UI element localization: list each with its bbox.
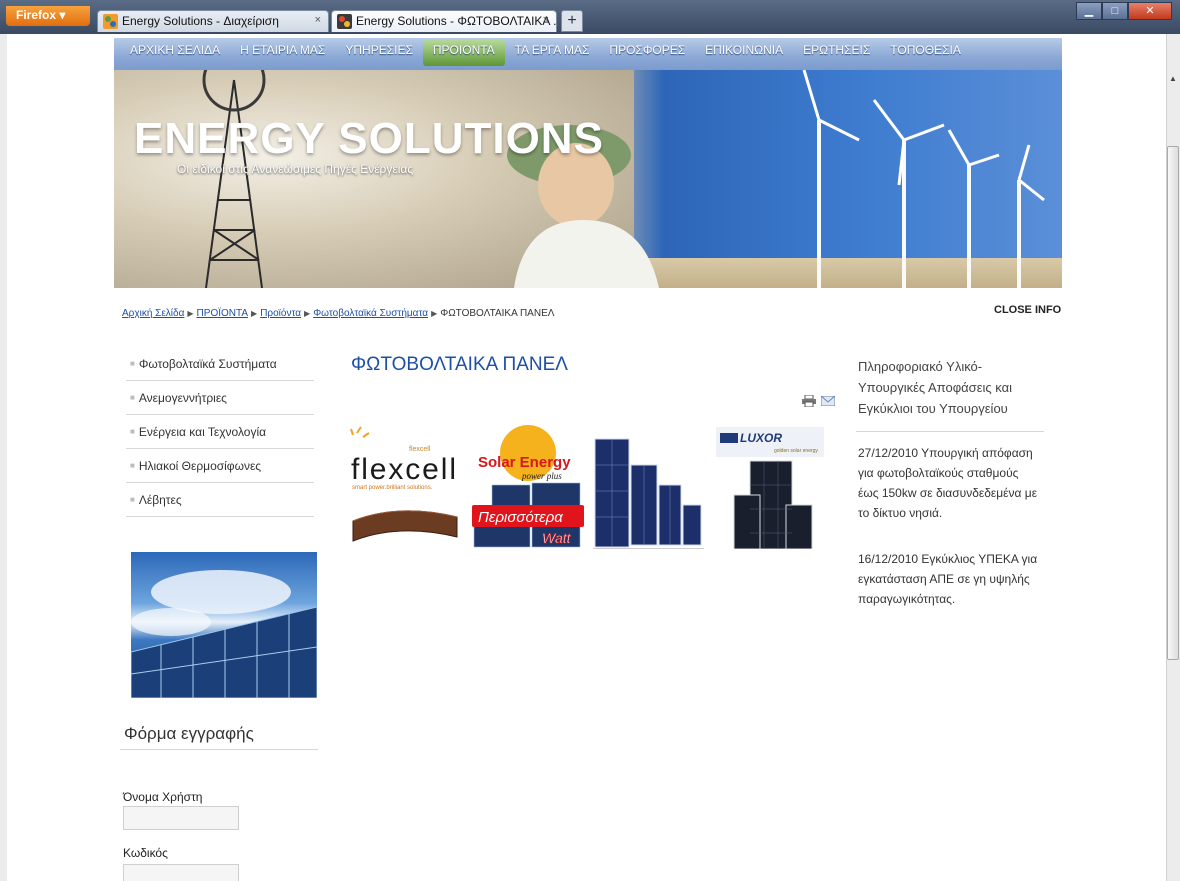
page-gutter — [0, 34, 7, 881]
breadcrumb-link-pv-systems[interactable]: Φωτοβολταϊκά Συστήματα — [313, 308, 428, 319]
nav-item-contact[interactable]: ΕΠΙΚΟΙΝΩΝΙΑ — [695, 38, 793, 70]
sidebar-item-label: Ενέργεια και Τεχνολογία — [138, 425, 267, 439]
browser-tab-active[interactable]: Energy Solutions - ΦΩΤΟΒΟΛΤΑΙΚΑ ... × — [331, 10, 557, 32]
nav-item-offers[interactable]: ΠΡΟΣΦΟΡΕΣ — [599, 38, 695, 70]
new-tab-button[interactable]: + — [561, 10, 583, 32]
news-item[interactable]: 16/12/2010 Εγκύκλιος ΥΠΕΚΑ για εγκατάστα… — [858, 549, 1040, 609]
sidebar-item-label: Ανεμογεννήτριες — [138, 391, 227, 405]
close-window-icon[interactable]: ✕ — [1128, 2, 1172, 20]
close-tab-icon[interactable]: × — [315, 14, 321, 26]
sidebar-item-pv-systems[interactable]: ■ Φωτοβολταϊκά Συστήματα — [126, 347, 314, 381]
minimize-icon[interactable]: ▁ — [1076, 2, 1102, 20]
nav-item-company[interactable]: Η ΕΤΑΙΡΙΑ ΜΑΣ — [230, 38, 335, 70]
joomla-icon — [103, 14, 118, 29]
sidebar-item-label: Λέβητες — [138, 493, 182, 507]
sidebar-item-label: Ηλιακοί Θερμοσίφωνες — [138, 459, 262, 473]
pv-panels-illustration — [594, 438, 702, 548]
product-luxor[interactable]: LUXOR golden solar energy — [714, 425, 826, 549]
bullet-icon: ■ — [130, 495, 135, 504]
print-icon[interactable] — [802, 395, 816, 407]
username-label: Όνομα Χρήστη — [123, 790, 203, 804]
breadcrumb-arrow-icon: ▶ — [187, 309, 194, 318]
username-field[interactable] — [123, 806, 239, 830]
browser-tabbar: Firefox ▾ Energy Solutions - Διαχείριση … — [0, 0, 1180, 34]
product-pv-panels[interactable] — [593, 425, 704, 549]
divider — [856, 431, 1044, 432]
solar-energy-illustration: Solar Energy power plus Περισσότερα Watt — [472, 425, 584, 548]
header-banner: ENERGY SOLUTIONS Οι ειδικοί στις Ανανεώσ… — [114, 70, 1062, 288]
promo-text: Περισσότερα — [478, 509, 563, 526]
sidebar-item-energy-tech[interactable]: ■ Ενέργεια και Τεχνολογία — [126, 415, 314, 449]
power-plus-text: power plus — [521, 471, 562, 481]
flexcell-tagline: smart power.brilliant solutions. — [352, 485, 433, 491]
site-title: ENERGY SOLUTIONS — [134, 114, 604, 163]
firefox-menu-button[interactable]: Firefox ▾ — [6, 6, 90, 26]
flexcell-illustration: flexcell flexcell smart power.brilliant … — [350, 426, 458, 542]
main-nav: ΑΡΧΙΚΗ ΣΕΛΙΔΑ Η ΕΤΑΙΡΙΑ ΜΑΣ ΥΠΗΡΕΣΙΕΣ ΠΡ… — [114, 38, 1062, 70]
site-subtitle: Οι ειδικοί στις Ανανεώσιμες Πηγές Ενέργε… — [177, 162, 414, 176]
page-title: ΦΩΤΟΒΟΛΤΑΙΚΑ ΠΑΝΕΛ — [351, 354, 568, 375]
breadcrumb-link-home[interactable]: Αρχική Σελίδα — [122, 308, 184, 319]
sidebar-item-boilers[interactable]: ■ Λέβητες — [126, 483, 314, 517]
scroll-thumb[interactable] — [1167, 146, 1179, 660]
window-controls: ▁ □ ✕ — [1076, 2, 1172, 20]
flexcell-logo: flexcell — [351, 453, 456, 486]
joomla-icon — [337, 14, 352, 29]
news-item[interactable]: 27/12/2010 Υπουργική απόφαση για φωτοβολ… — [858, 443, 1040, 523]
nav-item-faq[interactable]: ΕΡΩΤΗΣΕΙΣ — [793, 38, 880, 70]
tab-title: Energy Solutions - Διαχείριση — [122, 14, 279, 28]
password-label: Κωδικός — [123, 846, 168, 860]
breadcrumb-link-products-cat[interactable]: ΠΡΟΪΟΝΤΑ — [197, 308, 248, 319]
luxor-tagline: golden solar energy — [774, 448, 818, 454]
luxor-logo: LUXOR — [740, 431, 782, 445]
nav-item-projects[interactable]: ΤΑ ΕΡΓΑ ΜΑΣ — [505, 38, 600, 70]
sidebar-menu: ■ Φωτοβολταϊκά Συστήματα ■ Ανεμογεννήτριες… — [126, 347, 314, 517]
vertical-scrollbar[interactable]: ▲ ▼ — [1166, 34, 1180, 881]
sidebar-item-label: Φωτοβολταϊκά Συστήματα — [138, 357, 277, 371]
luxor-illustration: LUXOR golden solar energy — [716, 427, 824, 549]
product-flexcell[interactable]: flexcell flexcell smart power.brilliant … — [349, 425, 461, 549]
browser-tab-admin[interactable]: Energy Solutions - Διαχείριση × — [97, 10, 329, 32]
promo-watt-text: Watt — [542, 530, 572, 546]
breadcrumb-current: ΦΩΤΟΒΟΛΤΑΙΚΑ ΠΑΝΕΛ — [440, 308, 555, 319]
sidebar-item-solar-heaters[interactable]: ■ Ηλιακοί Θερμοσίφωνες — [126, 449, 314, 483]
email-icon[interactable] — [821, 396, 835, 406]
solar-panels-image[interactable] — [131, 552, 317, 698]
breadcrumb-link-products[interactable]: Προϊόντα — [260, 308, 301, 319]
firefox-menu-label: Firefox — [16, 8, 57, 22]
maximize-icon[interactable]: □ — [1102, 2, 1128, 20]
password-field[interactable] — [123, 864, 239, 881]
bullet-icon: ■ — [130, 427, 135, 436]
bullet-icon: ■ — [130, 461, 135, 470]
nav-item-services[interactable]: ΥΠΗΡΕΣΙΕΣ — [335, 38, 423, 70]
nav-item-home[interactable]: ΑΡΧΙΚΗ ΣΕΛΙΔΑ — [120, 38, 230, 70]
breadcrumb-arrow-icon: ▶ — [304, 309, 311, 318]
info-section-title: Πληροφοριακό Υλικό-Υπουργικές Αποφάσεις … — [858, 359, 1012, 416]
breadcrumb-arrow-icon: ▶ — [251, 309, 258, 318]
flexcell-small-label: flexcell — [409, 446, 431, 453]
solar-energy-logo: Solar Energy — [478, 454, 571, 471]
close-info-link[interactable]: CLOSE INFO — [994, 304, 1061, 316]
breadcrumb: Αρχική Σελίδα ▶ ΠΡΟΪΟΝΤΑ ▶ Προϊόντα ▶ Φωτοβολτ… — [122, 308, 554, 319]
sidebar-item-wind-turbines[interactable]: ■ Ανεμογεννήτριες — [126, 381, 314, 415]
tab-title: Energy Solutions - ΦΩΤΟΒΟΛΤΑΙΚΑ ... — [356, 14, 557, 28]
bullet-icon: ■ — [130, 359, 135, 368]
product-solar-energy[interactable]: Solar Energy power plus Περισσότερα Watt — [472, 425, 584, 549]
divider — [120, 749, 318, 750]
solar-panel-illustration — [131, 570, 317, 698]
breadcrumb-arrow-icon: ▶ — [431, 309, 438, 318]
scroll-up-icon[interactable]: ▲ — [1167, 74, 1179, 88]
close-tab-icon[interactable]: × — [543, 14, 549, 26]
banner-illustration — [202, 70, 1045, 288]
bullet-icon: ■ — [130, 393, 135, 402]
nav-item-products[interactable]: ΠΡΟΙΟΝΤΑ — [422, 40, 505, 66]
nav-item-location[interactable]: ΤΟΠΟΘΕΣΙΑ — [880, 38, 971, 70]
registration-form-title: Φόρμα εγγραφής — [124, 724, 254, 743]
